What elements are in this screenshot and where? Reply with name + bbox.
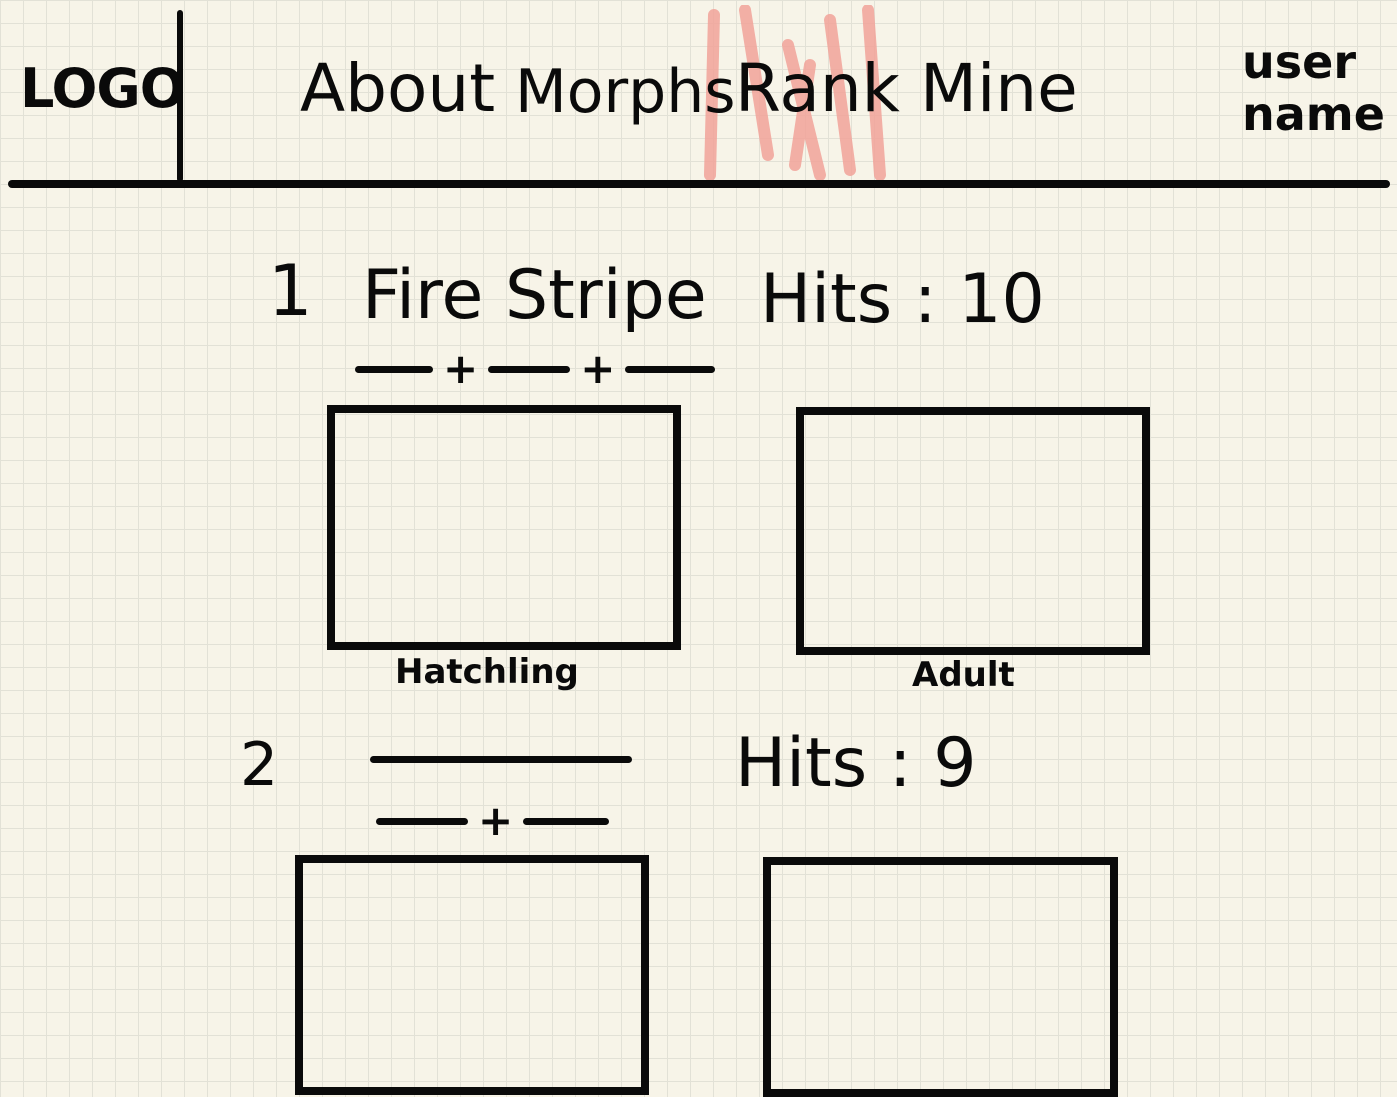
nav-mine[interactable]: Mine	[920, 56, 1078, 122]
nav-morphs[interactable]: Morphs	[515, 62, 736, 122]
nav-rank[interactable]: Rank	[735, 56, 900, 122]
plus-icon: +	[443, 344, 479, 393]
rank-number-2: 2	[240, 730, 279, 800]
morph-formula-2: +	[376, 796, 610, 845]
hits-count-2: Hits : 9	[735, 724, 977, 803]
hatchling-image-2[interactable]	[295, 855, 649, 1095]
morph-name-placeholder-2	[370, 756, 632, 763]
adult-caption-1: Adult	[912, 655, 1015, 695]
user-name-line1: user	[1242, 35, 1357, 89]
hatchling-caption-1: Hatchling	[395, 652, 579, 692]
gene-placeholder	[488, 365, 571, 373]
user-name-button[interactable]: user name	[1242, 35, 1385, 141]
hits-count-1: Hits : 10	[760, 260, 1045, 339]
hatchling-image-1[interactable]	[327, 405, 681, 650]
header-divider	[8, 180, 1390, 188]
adult-image-2[interactable]	[763, 857, 1118, 1097]
rank-number-1: 1	[268, 250, 313, 332]
plus-icon: +	[478, 796, 514, 845]
gene-placeholder	[625, 365, 716, 373]
morph-formula-1: + +	[355, 344, 716, 393]
morph-name-1[interactable]: Fire Stripe	[362, 262, 707, 330]
logo[interactable]: LOGO	[20, 62, 186, 116]
gene-placeholder	[355, 365, 433, 373]
gene-placeholder	[523, 817, 610, 825]
logo-divider	[177, 10, 183, 182]
gene-placeholder	[376, 817, 468, 825]
nav-about[interactable]: About	[300, 56, 495, 122]
plus-icon: +	[580, 344, 616, 393]
user-name-line2: name	[1242, 87, 1385, 141]
adult-image-1[interactable]	[796, 407, 1150, 655]
